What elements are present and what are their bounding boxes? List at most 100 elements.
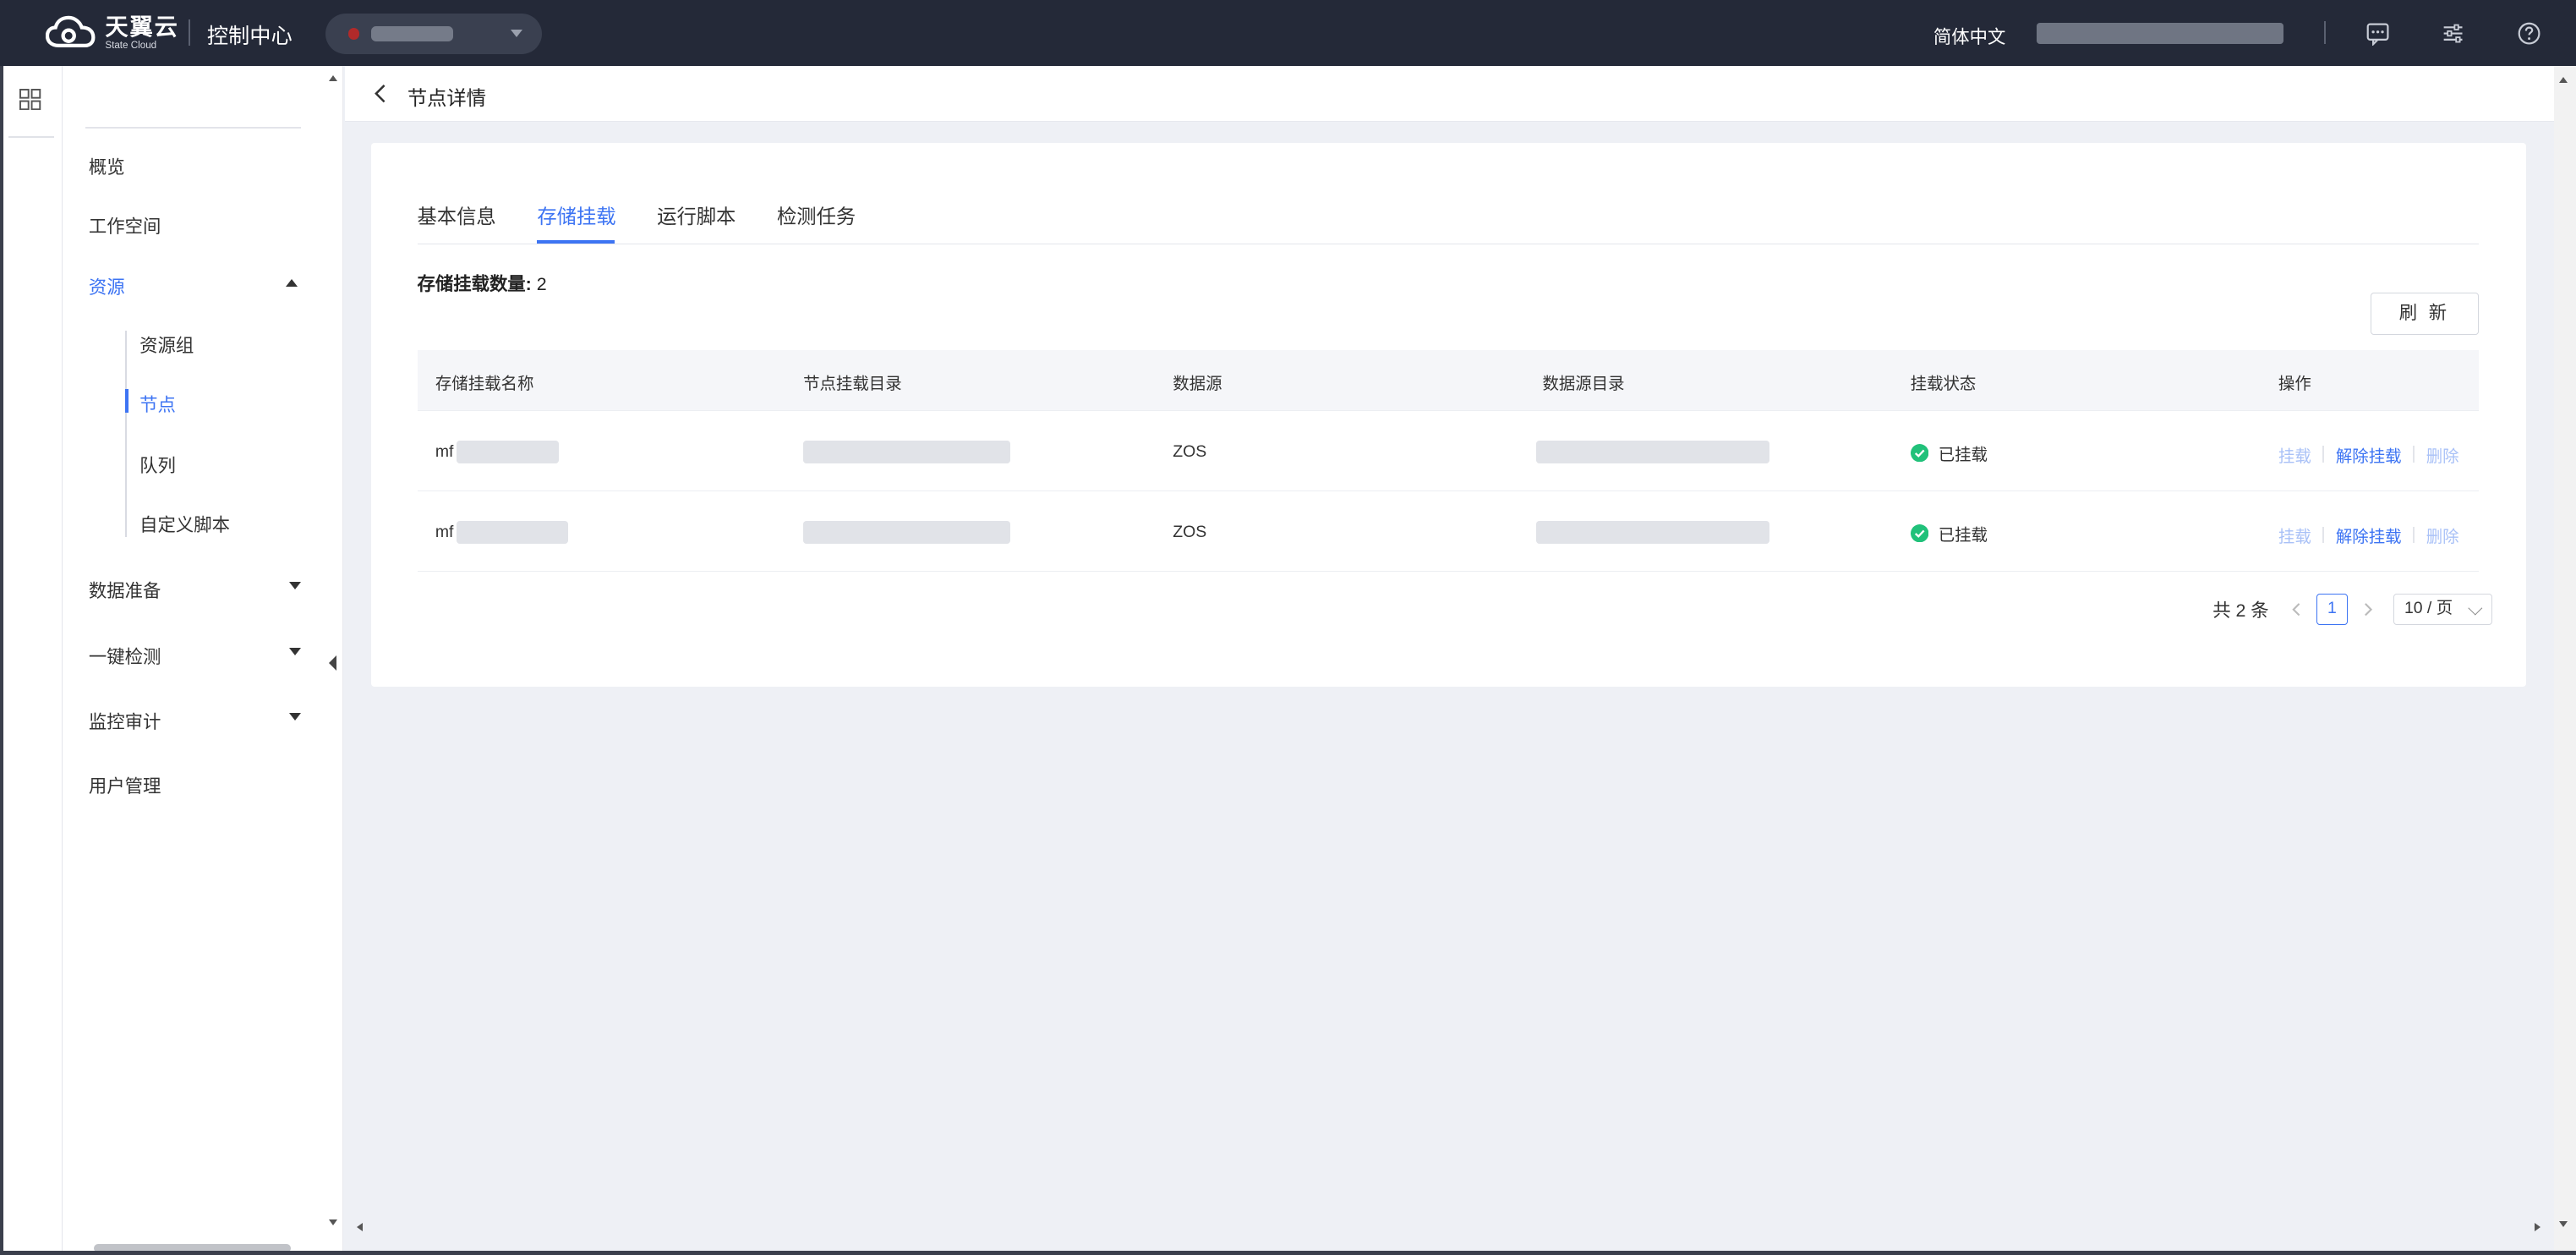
table-row: mf ZOS 已挂载 挂载 解除挂载 删除 — [417, 411, 2479, 491]
next-page-icon[interactable] — [2360, 601, 2376, 617]
chevron-down-icon[interactable] — [288, 647, 301, 655]
mount-status-label: 已挂载 — [1938, 445, 1988, 464]
divider — [2413, 526, 2415, 544]
tab-run-script[interactable]: 运行脚本 — [657, 200, 736, 229]
row-actions: 挂载 解除挂载 删除 — [2278, 442, 2459, 467]
window-edge — [0, 65, 3, 1255]
check-circle-icon — [1910, 443, 1929, 462]
brand-logo[interactable]: 天翼云 State Cloud — [46, 14, 178, 51]
submenu-track — [124, 330, 127, 538]
sidebar-item-queue[interactable]: 队列 — [139, 452, 176, 478]
divider — [2413, 446, 2415, 463]
unmount-button[interactable]: 解除挂载 — [2336, 442, 2402, 467]
delete-button[interactable]: 删除 — [2426, 442, 2459, 467]
sidebar-collapse-icon[interactable] — [329, 655, 336, 671]
sidebar-item-one-click-check[interactable]: 一键检测 — [89, 643, 161, 669]
mount-name-redacted — [457, 520, 569, 545]
tab-storage-mount[interactable]: 存储挂载 — [537, 200, 615, 229]
scroll-right-arrow-icon[interactable] — [2535, 1222, 2540, 1231]
cloud-logo-icon — [46, 16, 96, 48]
delete-button[interactable]: 删除 — [2426, 523, 2459, 547]
sidebar-item-overview[interactable]: 概览 — [89, 153, 125, 179]
horizontal-scrollbar[interactable] — [345, 1218, 2554, 1239]
tab-check-task[interactable]: 检测任务 — [777, 200, 856, 229]
sidebar-item-data-prep[interactable]: 数据准备 — [89, 577, 161, 603]
sidebar-item-workspace[interactable]: 工作空间 — [89, 212, 161, 238]
active-indicator — [124, 389, 129, 413]
storage-count: 存储挂载数量: 2 — [418, 270, 547, 296]
back-arrow-icon[interactable] — [373, 84, 389, 103]
table-row: mf ZOS 已挂载 挂载 解除挂载 删除 — [417, 491, 2479, 573]
pagination: 共 2 条 1 10 / 页 — [2212, 593, 2492, 626]
scroll-left-arrow-icon[interactable] — [357, 1222, 363, 1231]
tab-bar: 基本信息 存储挂载 运行脚本 检测任务 — [417, 200, 2479, 245]
message-icon[interactable] — [2365, 21, 2390, 47]
unmount-button[interactable]: 解除挂载 — [2336, 523, 2402, 547]
account-name-redacted[interactable] — [2037, 23, 2283, 45]
refresh-button[interactable]: 刷 新 — [2370, 292, 2479, 336]
mount-name: mf — [435, 441, 454, 461]
sidebar-navigation: 概览 工作空间 资源 资源组 节点 队列 自定义脚本 数据准备 一键检测 监控审… — [62, 65, 344, 1255]
page-size-select[interactable]: 10 / 页 — [2393, 594, 2492, 626]
grid-menu-icon[interactable] — [19, 88, 41, 111]
scroll-up-arrow-icon[interactable] — [328, 75, 337, 82]
node-mount-dir-redacted — [803, 440, 1010, 463]
mount-button[interactable]: 挂载 — [2278, 442, 2311, 467]
storage-count-value: 2 — [536, 273, 547, 294]
page-header: 节点详情 — [345, 65, 2555, 122]
divider — [2322, 446, 2325, 463]
sidebar-item-resource-group[interactable]: 资源组 — [139, 332, 194, 358]
table-header: 存储挂载名称 节点挂载目录 数据源 数据源目录 挂载状态 操作 — [417, 349, 2479, 411]
divider — [2324, 21, 2327, 45]
page-number-button[interactable]: 1 — [2316, 594, 2348, 626]
sidebar-item-resources[interactable]: 资源 — [89, 273, 125, 299]
product-rail — [0, 65, 63, 1255]
chevron-up-icon[interactable] — [286, 279, 298, 288]
column-header: 操作 — [2278, 375, 2311, 394]
mount-status: 已挂载 — [1910, 521, 1988, 545]
region-selector[interactable] — [325, 13, 543, 55]
region-pin-icon — [347, 28, 360, 40]
scroll-up-arrow-icon[interactable] — [2559, 77, 2568, 84]
prev-page-icon[interactable] — [2289, 601, 2305, 617]
node-mount-dir-redacted — [803, 520, 1010, 545]
help-icon[interactable] — [2517, 21, 2541, 46]
vertical-scrollbar[interactable] — [2554, 65, 2576, 1255]
divider — [8, 136, 55, 139]
node-detail-card: 基本信息 存储挂载 运行脚本 检测任务 存储挂载数量: 2 刷 新 存储挂载名称… — [371, 143, 2527, 688]
mount-name: mf — [435, 522, 454, 541]
mount-status: 已挂载 — [1910, 441, 1988, 465]
language-switch[interactable]: 简体中文 — [1933, 23, 2005, 49]
divider — [2322, 526, 2325, 544]
column-header: 挂载状态 — [1910, 375, 1977, 394]
scroll-down-arrow-icon[interactable] — [2559, 1220, 2568, 1227]
page-size-value: 10 / 页 — [2404, 599, 2453, 618]
chevron-down-icon[interactable] — [288, 713, 301, 721]
row-actions: 挂载 解除挂载 删除 — [2278, 523, 2459, 547]
datasource-dir-redacted — [1535, 440, 1769, 463]
divider — [85, 126, 301, 129]
sidebar-item-monitor-audit[interactable]: 监控审计 — [89, 708, 161, 734]
chevron-down-icon — [2468, 600, 2482, 616]
sidebar-item-node[interactable]: 节点 — [139, 391, 176, 417]
tab-basic-info[interactable]: 基本信息 — [418, 200, 496, 229]
column-header: 数据源目录 — [1542, 375, 1625, 394]
chevron-down-icon[interactable] — [288, 581, 301, 589]
mount-button[interactable]: 挂载 — [2278, 523, 2311, 547]
mount-name-redacted — [457, 440, 559, 463]
storage-mount-table: 存储挂载名称 节点挂载目录 数据源 数据源目录 挂载状态 操作 mf ZOS 已… — [417, 349, 2479, 573]
mount-status-label: 已挂载 — [1938, 525, 1988, 545]
column-header: 节点挂载目录 — [803, 375, 902, 394]
page-title: 节点详情 — [407, 87, 487, 110]
logo-subtitle: State Cloud — [105, 39, 157, 51]
check-circle-icon — [1910, 523, 1929, 543]
active-tab-indicator — [537, 239, 615, 244]
chevron-down-icon — [510, 29, 522, 37]
scroll-down-arrow-icon[interactable] — [328, 1219, 337, 1225]
settings-sliders-icon[interactable] — [2441, 21, 2465, 46]
datasource-dir-redacted — [1535, 520, 1769, 545]
region-name-redacted — [371, 26, 454, 41]
sidebar-item-custom-script[interactable]: 自定义脚本 — [139, 511, 230, 537]
logo-name: 天翼云 — [105, 14, 179, 41]
sidebar-item-user-management[interactable]: 用户管理 — [89, 772, 161, 798]
